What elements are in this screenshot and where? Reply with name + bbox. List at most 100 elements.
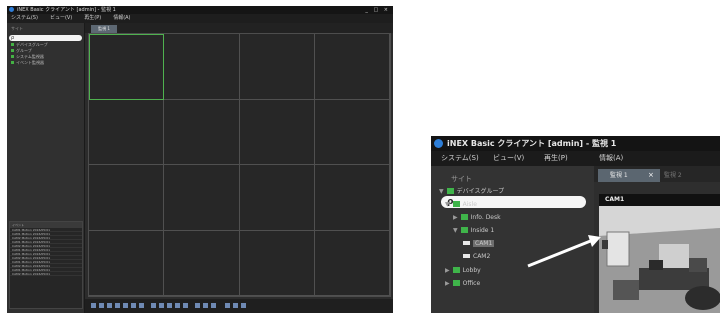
close-icon[interactable]: × (648, 169, 654, 182)
tree-item[interactable]: ▼ デバイスグループ (439, 187, 504, 196)
camera-cell[interactable] (89, 230, 165, 296)
toolbar-button-icon[interactable] (233, 303, 238, 308)
toolbar-button-icon[interactable] (183, 303, 188, 308)
menu-system[interactable]: システム(S) (441, 151, 479, 166)
camera-cell[interactable] (89, 34, 165, 100)
camera-cell[interactable] (89, 99, 165, 165)
camera-cell[interactable] (239, 99, 315, 165)
tree-item[interactable]: システム監視器 (11, 54, 84, 59)
tree-item[interactable]: ▶ Info. Desk (453, 213, 501, 222)
chevron-down-icon[interactable]: ▼ (453, 227, 458, 234)
tree-item[interactable]: ▼ Inside 1 (453, 226, 494, 235)
tree-item[interactable]: デバイスグループ (11, 42, 84, 47)
group-icon (446, 188, 454, 194)
camera-cell[interactable] (239, 34, 315, 100)
site-label: サイト (451, 175, 472, 183)
group-icon (452, 201, 460, 207)
menu-playback[interactable]: 再生(P) (544, 151, 568, 166)
camera-cell[interactable] (89, 165, 165, 231)
menu-system[interactable]: システム(S) (11, 15, 38, 21)
site-sidebar: サイト ρ, ▼デバイスグループ▼Aisle▶Info. Desk▼Inside… (431, 166, 594, 313)
site-sidebar: サイト ρ デバイスグループ グループ システム監視器 イベント監視器 イベント… (7, 23, 85, 313)
search-input[interactable]: ρ (9, 35, 82, 41)
tree-item-label: デバイスグループ (456, 188, 505, 195)
tab-monitor-1[interactable]: 監視 1 (91, 25, 117, 33)
view-tabs: 監視 1 (85, 23, 393, 33)
camera-cell[interactable] (239, 230, 315, 296)
chevron-down-icon[interactable]: ▼ (445, 201, 450, 208)
tree-item-label: Lobby (462, 267, 481, 274)
device-icon (460, 227, 468, 233)
camera-cell[interactable] (314, 34, 390, 100)
tab-label: 監視 1 (610, 172, 628, 179)
tree-item-label: Aisle (462, 201, 477, 208)
menu-info[interactable]: 情報(A) (599, 151, 623, 166)
toolbar-button-icon[interactable] (123, 303, 128, 308)
bottom-toolbar (85, 299, 393, 313)
toolbar-button-icon[interactable] (91, 303, 96, 308)
chevron-right-icon[interactable]: ▶ (453, 214, 458, 221)
menu-info[interactable]: 情報(A) (113, 15, 130, 21)
chevron-right-icon[interactable]: ▶ (445, 280, 450, 287)
menu-bar: システム(S) ビュー(V) 再生(P) 情報(A) (431, 151, 720, 166)
camera-cell[interactable] (314, 165, 390, 231)
tree-item-label: CAM2 (473, 253, 491, 260)
event-rows: CAM1 Motion 2016/05/01 CAM1 Motion 2016/0… (10, 228, 82, 276)
window-title: iNEX Basic クライアント [admin] - 監視 1 (17, 7, 116, 13)
chevron-right-icon[interactable]: ▶ (445, 267, 450, 274)
tree-item[interactable]: ▶ Office (445, 279, 480, 288)
chevron-down-icon[interactable]: ▼ (439, 188, 444, 195)
menu-view[interactable]: ビュー(V) (493, 151, 524, 166)
tree-item-label: Office (462, 280, 481, 287)
table-row[interactable]: CAM2 Motion 2016/05/01 (10, 272, 82, 276)
client-window-zoom: iNEX Basic クライアント [admin] - 監視 1 システム(S)… (431, 136, 720, 313)
search-icon: ρ (11, 35, 15, 41)
toolbar-button-icon[interactable] (211, 303, 216, 308)
tree-item[interactable]: ▶ Lobby (445, 266, 481, 275)
camera-cell[interactable] (164, 34, 240, 100)
toolbar-button-icon[interactable] (203, 303, 208, 308)
tree-item[interactable]: ▼ Aisle (445, 200, 477, 209)
toolbar-button-icon[interactable] (139, 303, 144, 308)
tab-monitor-1[interactable]: 監視 1 × (598, 169, 660, 182)
tab-monitor-2[interactable]: 監視 2 (664, 170, 682, 182)
toolbar-button-icon[interactable] (195, 303, 200, 308)
client-window-small: iNEX Basic クライアント [admin] - 監視 1 _ □ × シ… (7, 6, 393, 313)
camera-cell[interactable] (314, 230, 390, 296)
screenshot-root: iNEX Basic クライアント [admin] - 監視 1 _ □ × シ… (0, 0, 720, 313)
toolbar-button-icon[interactable] (99, 303, 104, 308)
toolbar-button-icon[interactable] (107, 303, 112, 308)
menu-view[interactable]: ビュー(V) (50, 15, 72, 21)
menu-playback[interactable]: 再生(P) (84, 15, 101, 21)
camera-cell[interactable] (314, 99, 390, 165)
toolbar-button-icon[interactable] (131, 303, 136, 308)
toolbar-button-icon[interactable] (151, 303, 156, 308)
camera-cell[interactable] (239, 165, 315, 231)
tree-item-label: Info. Desk (470, 214, 501, 221)
toolbar-button-icon[interactable] (225, 303, 230, 308)
camera-header: CAM1 (599, 194, 720, 206)
tree-item[interactable]: イベント監視器 (11, 60, 84, 65)
toolbar-button-icon[interactable] (175, 303, 180, 308)
app-icon (9, 7, 14, 12)
app-icon (434, 139, 443, 148)
camera-icon (463, 254, 470, 258)
tree-item[interactable]: グループ (11, 48, 84, 53)
camera-grid (88, 33, 391, 297)
tree-item-label: Inside 1 (470, 227, 495, 234)
tree-item[interactable]: CAM2 (463, 252, 490, 261)
title-bar: iNEX Basic クライアント [admin] - 監視 1 (431, 136, 720, 151)
site-label: サイト (11, 26, 23, 31)
camera-video[interactable] (599, 206, 720, 313)
camera-cell[interactable] (164, 165, 240, 231)
camera-cell[interactable] (164, 230, 240, 296)
window-controls[interactable]: _ □ × (365, 6, 390, 14)
tree-item[interactable]: CAM1 (463, 239, 495, 248)
group-icon (452, 267, 460, 273)
toolbar-button-icon[interactable] (241, 303, 246, 308)
video-frame (599, 206, 720, 313)
toolbar-button-icon[interactable] (159, 303, 164, 308)
camera-cell[interactable] (164, 99, 240, 165)
toolbar-button-icon[interactable] (167, 303, 172, 308)
toolbar-button-icon[interactable] (115, 303, 120, 308)
